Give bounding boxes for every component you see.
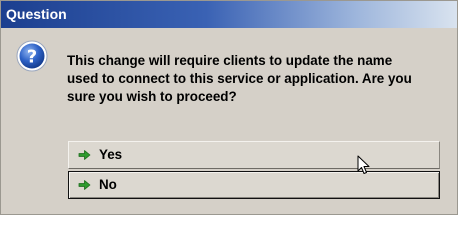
green-arrow-icon	[78, 180, 91, 190]
dialog-title: Question	[6, 6, 67, 22]
mouse-pointer-icon	[357, 155, 370, 174]
message-line: sure you wish to proceed?	[67, 89, 237, 104]
svg-text:?: ?	[27, 47, 37, 68]
dialog-message: This change will require clients to upda…	[67, 52, 447, 106]
yes-button[interactable]: Yes	[68, 141, 440, 169]
title-bar[interactable]: Question	[1, 1, 457, 28]
message-line: This change will require clients to upda…	[67, 53, 393, 68]
yes-button-label: Yes	[99, 147, 123, 162]
question-dialog: Question ? This change will require clie…	[0, 0, 458, 215]
no-button-label: No	[99, 177, 117, 192]
message-line: used to connect to this service or appli…	[67, 71, 412, 86]
question-icon: ?	[16, 40, 48, 72]
no-button[interactable]: No	[68, 171, 440, 199]
green-arrow-icon	[78, 150, 91, 160]
